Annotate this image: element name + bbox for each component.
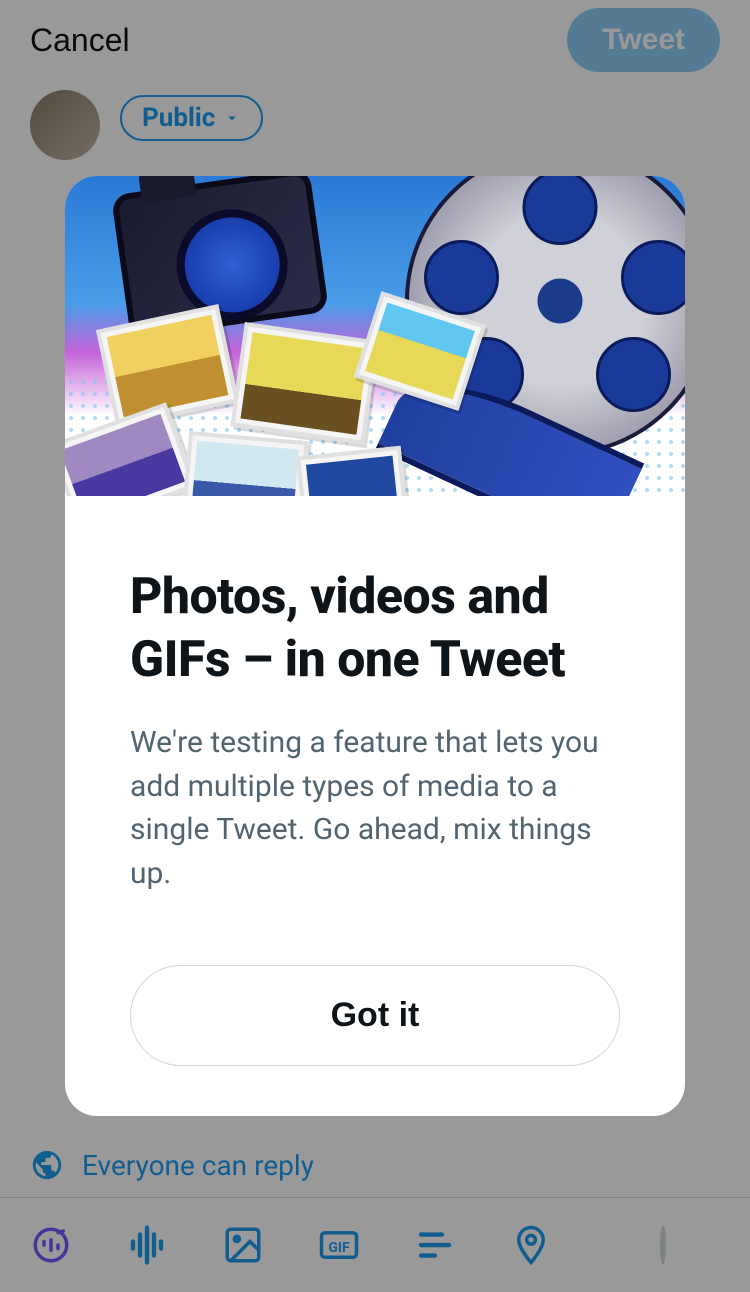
modal-title: Photos, videos and GIFs – in one Tweet — [130, 566, 620, 691]
modal-description: We're testing a feature that lets you ad… — [130, 721, 620, 895]
modal-hero-image — [65, 176, 685, 496]
modal-overlay[interactable]: Photos, videos and GIFs – in one Tweet W… — [0, 0, 750, 1292]
got-it-button[interactable]: Got it — [130, 965, 620, 1066]
feature-intro-modal: Photos, videos and GIFs – in one Tweet W… — [65, 176, 685, 1116]
modal-content: Photos, videos and GIFs – in one Tweet W… — [65, 496, 685, 1116]
